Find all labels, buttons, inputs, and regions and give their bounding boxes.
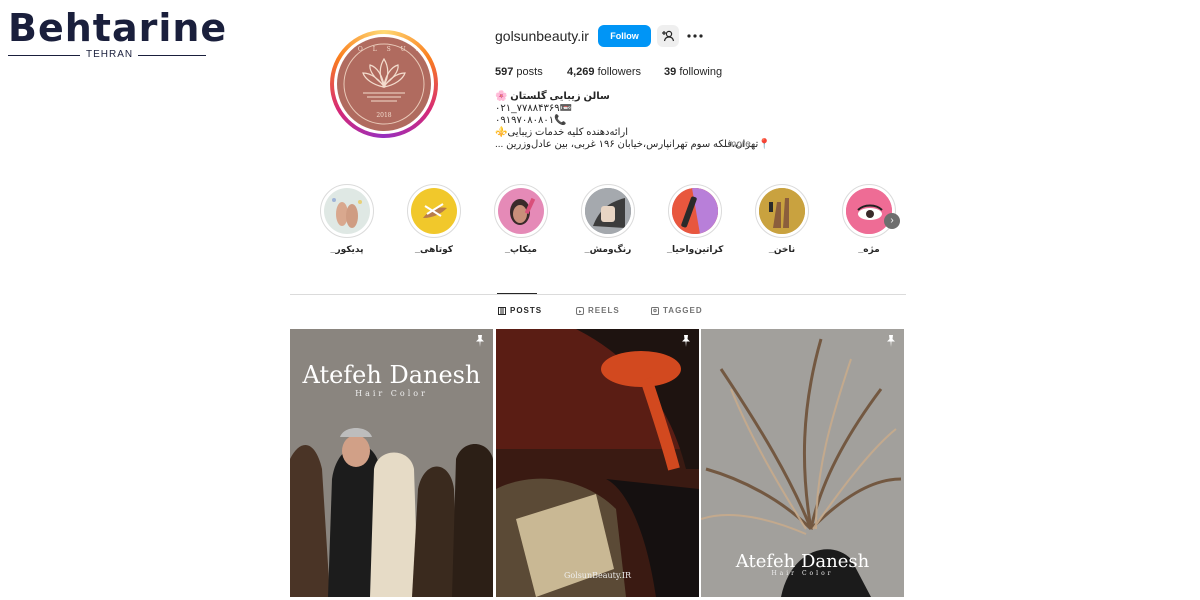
follow-button[interactable]: Follow bbox=[598, 25, 651, 47]
stat-posts-count: 597 bbox=[495, 66, 514, 78]
watermark-city: TEHRAN bbox=[86, 49, 134, 60]
chevron-right-icon: › bbox=[890, 215, 894, 226]
post-photo-braid-reading bbox=[496, 329, 699, 597]
hair-color-icon bbox=[585, 188, 631, 234]
watermark-brand: Behtarine bbox=[8, 6, 228, 50]
grid-icon bbox=[498, 306, 506, 315]
pin-icon bbox=[476, 335, 484, 347]
post-caption: GolsunBeauty.IR bbox=[563, 571, 632, 580]
profile-avatar-ring[interactable]: 2018 G O L S U N bbox=[330, 30, 438, 138]
stat-following[interactable]: 39 following bbox=[664, 66, 722, 78]
bio-services: ارائه‌دهنده کلیه خدمات زیبایی⚜️ bbox=[495, 127, 629, 138]
svg-text:G O L S U N: G O L S U N bbox=[343, 46, 425, 53]
highlight-label: _کوتاهی bbox=[415, 244, 453, 254]
highlights-next-button[interactable]: › bbox=[884, 213, 900, 229]
tab-reels-label: REELS bbox=[588, 306, 620, 315]
highlight-label: _مژه bbox=[858, 244, 880, 254]
tab-posts[interactable]: POSTS bbox=[498, 306, 542, 315]
profile-avatar: 2018 G O L S U N bbox=[337, 37, 431, 131]
post-tile[interactable]: Atefeh Danesh Hair Color bbox=[290, 329, 493, 597]
tabs-divider bbox=[290, 294, 906, 295]
highlight-makeup[interactable]: _میکاپ bbox=[493, 184, 549, 255]
post-tile[interactable]: GolsunBeauty.IR bbox=[496, 329, 699, 597]
bio-name: سالن زیبایی گلستان 🌸 bbox=[495, 91, 610, 102]
post-tile[interactable]: Atefeh Danesh Hair Color bbox=[701, 329, 904, 597]
suggest-user-button[interactable] bbox=[657, 25, 679, 47]
more-dots-icon bbox=[687, 34, 703, 38]
stat-posts: 597 posts bbox=[495, 66, 543, 78]
watermark-rule-left bbox=[8, 55, 80, 56]
stat-followers-count: 4,269 bbox=[567, 66, 595, 78]
bio-phone-landline: ۰۲۱_۷۷۸۸۴۳۶۹📼 bbox=[495, 103, 573, 114]
watermark-rule-right bbox=[138, 55, 206, 56]
watermark-subline: TEHRAN bbox=[8, 49, 208, 61]
stat-posts-label: posts bbox=[516, 66, 543, 78]
stat-followers[interactable]: 4,269 followers bbox=[567, 66, 641, 78]
post-subtitle: Hair Color bbox=[771, 570, 834, 577]
tab-tagged-label: TAGGED bbox=[663, 306, 703, 315]
lotus-logo-icon: 2018 G O L S U N bbox=[343, 43, 425, 125]
post-title: Atefeh Danesh bbox=[302, 361, 481, 389]
highlight-label: _پدیکور bbox=[330, 244, 364, 254]
profile-username: golsunbeauty.ir bbox=[495, 28, 589, 44]
eyelash-icon bbox=[846, 188, 892, 234]
feet-pedicure-icon bbox=[324, 188, 370, 234]
highlight-label: _کراتین‌واحیا bbox=[667, 244, 724, 254]
keratin-icon bbox=[672, 188, 718, 234]
stat-following-count: 39 bbox=[664, 66, 677, 78]
tab-reels[interactable]: REELS bbox=[576, 306, 620, 315]
tab-tagged[interactable]: TAGGED bbox=[651, 306, 703, 315]
highlight-keratin[interactable]: _کراتین‌واحیا bbox=[667, 184, 723, 255]
pin-icon bbox=[682, 335, 690, 347]
stat-followers-label: followers bbox=[597, 66, 641, 78]
post-subtitle: Hair Color bbox=[355, 389, 428, 398]
reels-icon bbox=[576, 306, 584, 315]
highlight-label: _رنگ‌ومش bbox=[584, 244, 632, 254]
highlight-label: _ناخن bbox=[768, 244, 796, 254]
svg-text:2018: 2018 bbox=[376, 112, 391, 119]
add-person-icon bbox=[662, 30, 675, 42]
highlight-haircut[interactable]: _کوتاهی bbox=[406, 184, 462, 255]
post-title: Atefeh Danesh bbox=[735, 551, 870, 572]
hair-cut-icon bbox=[411, 188, 457, 234]
stat-following-label: following bbox=[679, 66, 723, 78]
nails-icon bbox=[759, 188, 805, 234]
highlight-label: _میکاپ bbox=[505, 244, 537, 254]
highlight-nails[interactable]: _ناخن bbox=[754, 184, 810, 255]
tag-icon bbox=[651, 306, 659, 315]
bio-phone-mobile: ۰۹۱۹۷۰۸۰۸۰۱📞 bbox=[495, 115, 567, 126]
more-options-button[interactable] bbox=[685, 25, 705, 47]
active-tab-indicator bbox=[497, 293, 537, 294]
watermark-logo: Behtarine TEHRAN bbox=[8, 8, 226, 64]
bio-more-link[interactable]: more bbox=[728, 139, 751, 150]
tab-posts-label: POSTS bbox=[510, 306, 543, 315]
highlight-hair-color[interactable]: _رنگ‌ومش bbox=[580, 184, 636, 255]
makeup-icon bbox=[498, 188, 544, 234]
pin-icon bbox=[887, 335, 895, 347]
highlight-pedicure[interactable]: _پدیکور bbox=[319, 184, 375, 255]
